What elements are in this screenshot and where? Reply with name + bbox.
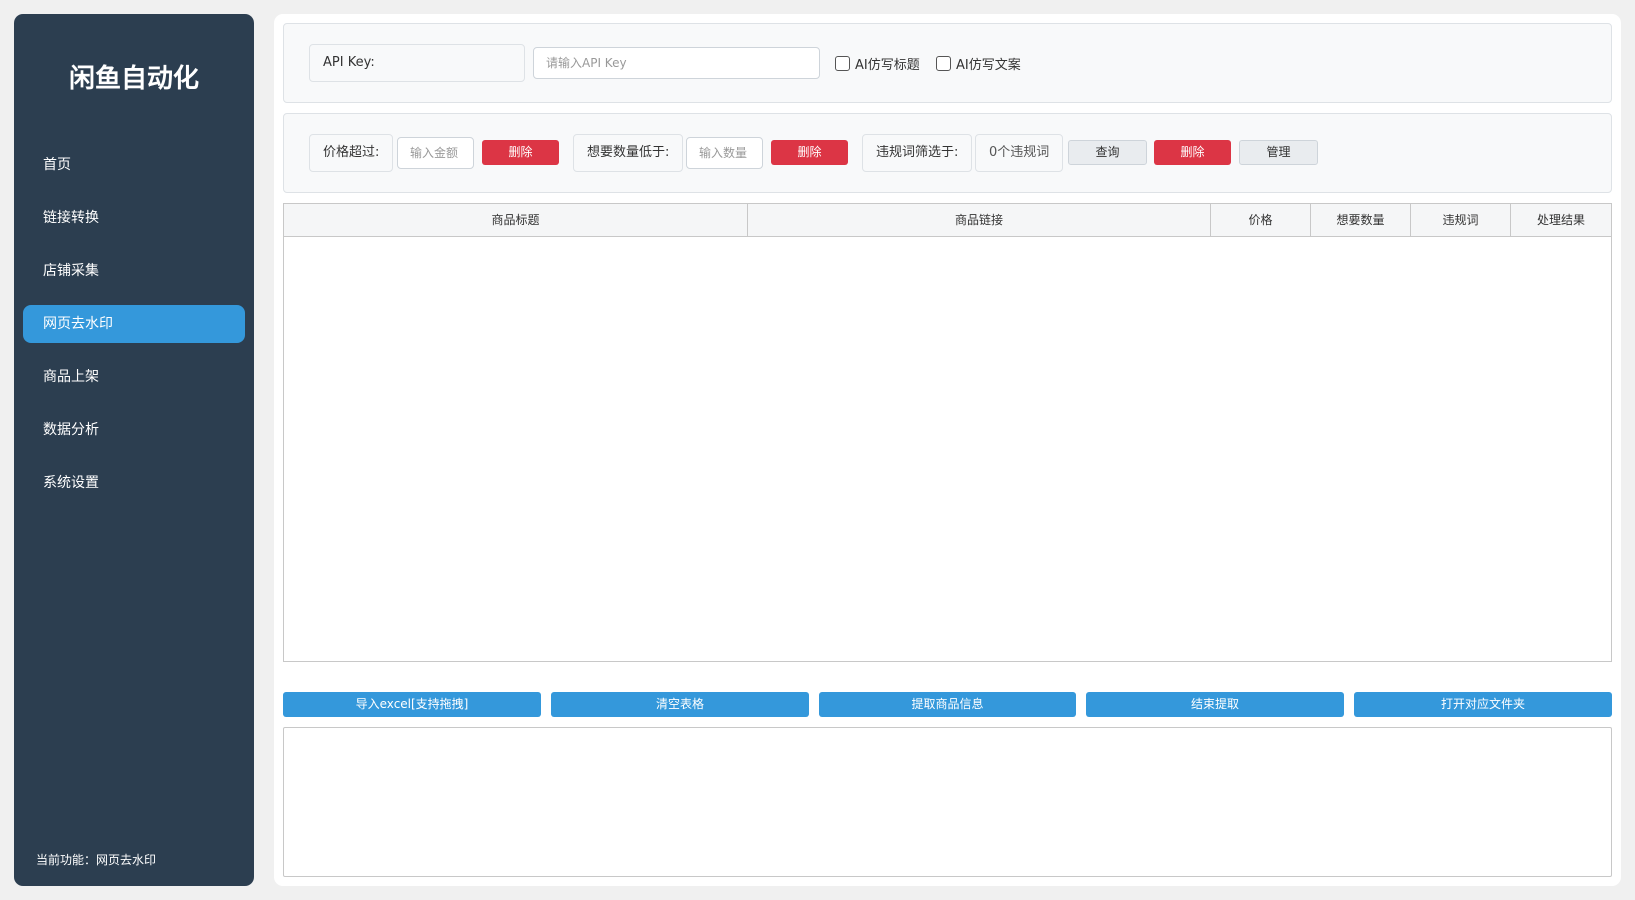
sidebar-nav: 首页 链接转换 店铺采集 网页去水印 商品上架 数据分析 系统设置 (23, 146, 245, 517)
query-button[interactable]: 查询 (1068, 140, 1147, 165)
api-key-input[interactable] (533, 47, 820, 79)
column-header-want-count[interactable]: 想要数量 (1311, 204, 1411, 236)
sidebar-item-home[interactable]: 首页 (23, 146, 245, 184)
sidebar-item-link-convert[interactable]: 链接转换 (23, 199, 245, 237)
import-excel-button[interactable]: 导入excel[支持拖拽] (283, 692, 541, 717)
ai-title-checkbox[interactable]: AI仿写标题 (835, 54, 920, 73)
sidebar-item-product-listing[interactable]: 商品上架 (23, 358, 245, 396)
ai-copy-checkbox[interactable]: AI仿写文案 (936, 54, 1021, 73)
app-title: 闲鱼自动化 (68, 64, 199, 94)
sidebar-item-watermark-remove[interactable]: 网页去水印 (23, 305, 245, 343)
column-header-banned-words[interactable]: 违规词 (1411, 204, 1511, 236)
column-header-link[interactable]: 商品链接 (748, 204, 1211, 236)
main-content: API Key: AI仿写标题 AI仿写文案 价格超过: 删除 想要数量低于: … (274, 14, 1621, 886)
ai-title-checkbox-box[interactable] (835, 56, 850, 71)
ai-copy-checkbox-label: AI仿写文案 (956, 58, 1021, 73)
price-filter-label: 价格超过: (309, 134, 394, 172)
product-table[interactable]: 商品标题 商品链接 价格 想要数量 违规词 处理结果 (283, 203, 1612, 662)
sidebar-item-settings[interactable]: 系统设置 (23, 464, 245, 502)
ai-title-checkbox-label: AI仿写标题 (855, 58, 920, 73)
ai-copy-checkbox-box[interactable] (936, 56, 951, 71)
api-key-label: API Key: (309, 44, 525, 82)
sidebar: 闲鱼自动化 首页 链接转换 店铺采集 网页去水印 商品上架 数据分析 系统设置 … (14, 14, 254, 886)
column-header-title[interactable]: 商品标题 (284, 204, 748, 236)
want-filter-label: 想要数量低于: (573, 134, 684, 172)
stop-extract-button[interactable]: 结束提取 (1086, 692, 1344, 717)
current-function-status: 当前功能：网页去水印 (36, 853, 157, 867)
banned-word-filter-label: 违规词筛选于: (862, 134, 973, 172)
price-delete-button[interactable]: 删除 (482, 140, 559, 165)
column-header-price[interactable]: 价格 (1211, 204, 1311, 236)
sidebar-item-data-analysis[interactable]: 数据分析 (23, 411, 245, 449)
banned-delete-button[interactable]: 删除 (1154, 140, 1231, 165)
banned-word-count: 0个违规词 (975, 134, 1064, 172)
clear-table-button[interactable]: 清空表格 (551, 692, 809, 717)
open-folder-button[interactable]: 打开对应文件夹 (1354, 692, 1612, 717)
log-output[interactable] (283, 727, 1612, 877)
api-settings-panel: API Key: AI仿写标题 AI仿写文案 (283, 23, 1612, 103)
want-delete-button[interactable]: 删除 (771, 140, 848, 165)
want-input[interactable] (686, 137, 763, 169)
extract-info-button[interactable]: 提取商品信息 (819, 692, 1076, 717)
sidebar-item-shop-collect[interactable]: 店铺采集 (23, 252, 245, 290)
price-input[interactable] (397, 137, 474, 169)
manage-button[interactable]: 管理 (1239, 140, 1318, 165)
column-header-result[interactable]: 处理结果 (1511, 204, 1611, 236)
table-header: 商品标题 商品链接 价格 想要数量 违规词 处理结果 (284, 204, 1611, 237)
filter-panel: 价格超过: 删除 想要数量低于: 删除 违规词筛选于: 0个违规词 查询 删除 … (283, 113, 1612, 193)
